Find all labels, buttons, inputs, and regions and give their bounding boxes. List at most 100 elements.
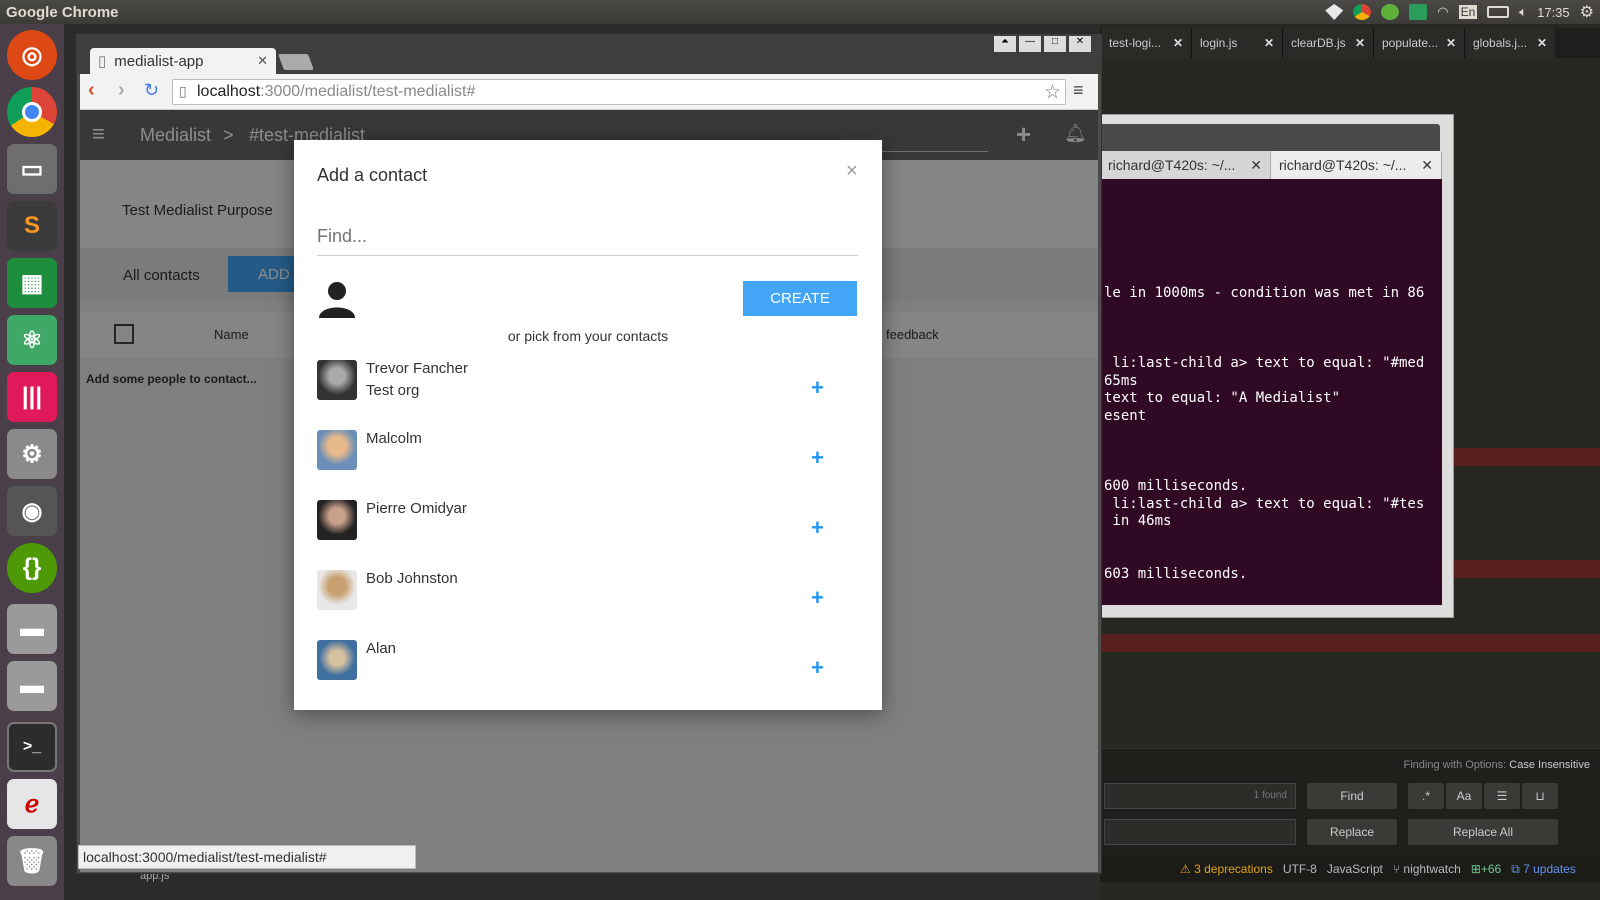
updates-link[interactable]: ⧉ 7 updates — [1511, 862, 1576, 877]
files-icon[interactable]: ▭ — [7, 144, 57, 194]
chrome-icon[interactable] — [1353, 4, 1372, 20]
add-contact-icon[interactable]: + — [811, 587, 824, 609]
sublime-icon[interactable]: S — [7, 201, 57, 251]
clock[interactable]: 17:35 — [1537, 5, 1570, 20]
branch[interactable]: ⑂ nightwatch — [1393, 862, 1461, 876]
reload-icon[interactable]: ↻ — [144, 80, 159, 101]
find-button[interactable]: Find — [1307, 783, 1397, 809]
terminal-tab[interactable]: richard@T420s: ~/... ✕ — [1100, 151, 1271, 179]
close-tab-icon[interactable]: ✕ — [257, 53, 268, 69]
close-icon[interactable]: ✕ — [1173, 36, 1183, 50]
terminal-tab[interactable]: richard@T420s: ~/... ✕ — [1271, 151, 1442, 179]
replace-input[interactable] — [1104, 819, 1296, 845]
add-contact-icon[interactable]: + — [811, 377, 824, 399]
contact-row[interactable]: Trevor Fancher Test org + — [317, 360, 857, 420]
address-bar[interactable]: ▯ localhost:3000/medialist/test-medialis… — [172, 79, 1066, 105]
contact-name: Malcolm — [366, 430, 422, 447]
eye-app-icon[interactable]: ◉ — [7, 486, 57, 536]
settings-tools-icon[interactable]: ⚙ — [7, 429, 57, 479]
person-placeholder-icon — [317, 278, 357, 318]
add-contact-icon[interactable]: + — [811, 657, 824, 679]
launcher: ◎ ▭ S ▦ ⚛ ||| ⚙ ◉ {} ▬ ▬ >_ ℯ 🗑︎ — [0, 24, 64, 900]
encoding[interactable]: UTF-8 — [1283, 862, 1317, 876]
new-tab-button[interactable] — [278, 54, 314, 70]
replace-button[interactable]: Replace — [1307, 819, 1397, 845]
menu-icon[interactable]: ≡ — [1073, 80, 1084, 101]
editor-tab[interactable]: test-logi... ✕ — [1100, 28, 1191, 58]
chrome-launcher-icon[interactable] — [7, 87, 57, 137]
contact-row[interactable]: Alan + — [317, 640, 857, 700]
atom-icon[interactable]: ⚛ — [7, 315, 57, 365]
deprecations-badge[interactable]: ⚠ 3 deprecations — [1180, 862, 1273, 876]
regex-toggle[interactable]: .* — [1408, 783, 1444, 809]
evernote-icon[interactable] — [1381, 4, 1400, 20]
url-host: localhost — [197, 83, 261, 100]
terminal-line: 603 milliseconds. — [1104, 566, 1248, 583]
case-toggle[interactable]: Aa — [1446, 783, 1482, 809]
forward-icon[interactable]: › — [118, 79, 125, 102]
browser-tab[interactable]: ▯ medialist-app ✕ — [90, 48, 276, 74]
ubuntu-dash-icon[interactable]: ◎ — [7, 30, 57, 80]
find-input[interactable]: 1 found — [1104, 783, 1296, 809]
find-options: Finding with Options: Case Insensitive — [1403, 759, 1591, 771]
contact-row[interactable]: Pierre Omidyar + — [317, 500, 857, 560]
add-contact-icon[interactable]: + — [811, 517, 824, 539]
close-icon[interactable]: ✕ — [1355, 36, 1365, 50]
terminal-icon[interactable]: >_ — [7, 722, 57, 772]
add-contact-icon[interactable]: + — [811, 447, 824, 469]
contact-row[interactable]: Bob Johnston + — [317, 570, 857, 630]
terminal-output[interactable]: le in 1000ms - condition was met in 86 l… — [1100, 179, 1442, 605]
maximize-icon[interactable]: □ — [1044, 36, 1066, 52]
spreadsheet-icon[interactable]: ▦ — [7, 258, 57, 308]
avatar — [317, 430, 357, 470]
editor-tabs: test-logi... ✕ login.js ✕ clearDB.js ✕ popu… — [1100, 28, 1600, 58]
brackets-icon[interactable]: {} — [7, 543, 57, 593]
trash-icon[interactable]: 🗑︎ — [7, 836, 57, 886]
active-app-name: Google Chrome — [6, 3, 119, 21]
close-icon[interactable]: ✕ — [1421, 157, 1433, 174]
whole-word-toggle-icon[interactable]: ⊔ — [1522, 783, 1558, 809]
volume-icon[interactable]: 🔈︎ — [1519, 4, 1527, 20]
close-window-icon[interactable]: ✕ — [1069, 36, 1091, 52]
dropbox-icon[interactable] — [1325, 4, 1344, 20]
drive-icon-2[interactable]: ▬ — [7, 661, 57, 711]
battery-icon[interactable] — [1487, 6, 1510, 18]
close-icon[interactable]: ✕ — [1537, 36, 1547, 50]
close-icon[interactable]: ✕ — [1446, 36, 1456, 50]
grammar[interactable]: JavaScript — [1327, 862, 1383, 876]
close-icon[interactable]: × — [846, 160, 858, 183]
wifi-icon[interactable]: ◠ — [1437, 4, 1448, 20]
create-button[interactable]: CREATE — [743, 281, 857, 316]
terminal-line: li:last-child a> text to equal: "#med — [1104, 354, 1425, 371]
keyboard-layout[interactable]: En — [1458, 5, 1478, 19]
selection-toggle-icon[interactable]: ☰ — [1484, 783, 1520, 809]
editor-tab[interactable]: globals.j... ✕ — [1464, 28, 1555, 58]
editor-tab[interactable]: populate... ✕ — [1373, 28, 1464, 58]
editor-tab[interactable]: login.js ✕ — [1191, 28, 1282, 58]
contact-name: Bob Johnston — [366, 570, 458, 587]
editor-tab[interactable]: clearDB.js ✕ — [1282, 28, 1373, 58]
contact-name: Pierre Omidyar — [366, 500, 467, 517]
close-icon[interactable]: ✕ — [1250, 157, 1262, 174]
gear-icon[interactable]: ⚙ — [1580, 2, 1594, 22]
editor-highlight-row — [1100, 634, 1600, 652]
replace-all-button[interactable]: Replace All — [1408, 819, 1558, 845]
terminal-line: 600 milliseconds. — [1104, 478, 1248, 495]
minimize-icon[interactable]: — — [1019, 36, 1041, 52]
terminal-line: le in 1000ms - condition was met in 86 — [1104, 284, 1425, 301]
back-icon[interactable]: ‹ — [88, 79, 95, 102]
close-icon[interactable]: ✕ — [1264, 36, 1274, 50]
found-count: 1 found — [1253, 790, 1287, 801]
pink-app-icon[interactable]: ||| — [7, 372, 57, 422]
user-icon[interactable]: ⏶ — [994, 36, 1016, 52]
star-icon[interactable]: ☆ — [1044, 81, 1061, 104]
pdf-icon[interactable]: ℯ — [7, 779, 57, 829]
contact-row[interactable]: Malcolm + — [317, 430, 857, 490]
green-app-icon[interactable] — [1409, 4, 1428, 20]
drive-icon[interactable]: ▬ — [7, 604, 57, 654]
find-contact-input[interactable] — [317, 218, 858, 256]
